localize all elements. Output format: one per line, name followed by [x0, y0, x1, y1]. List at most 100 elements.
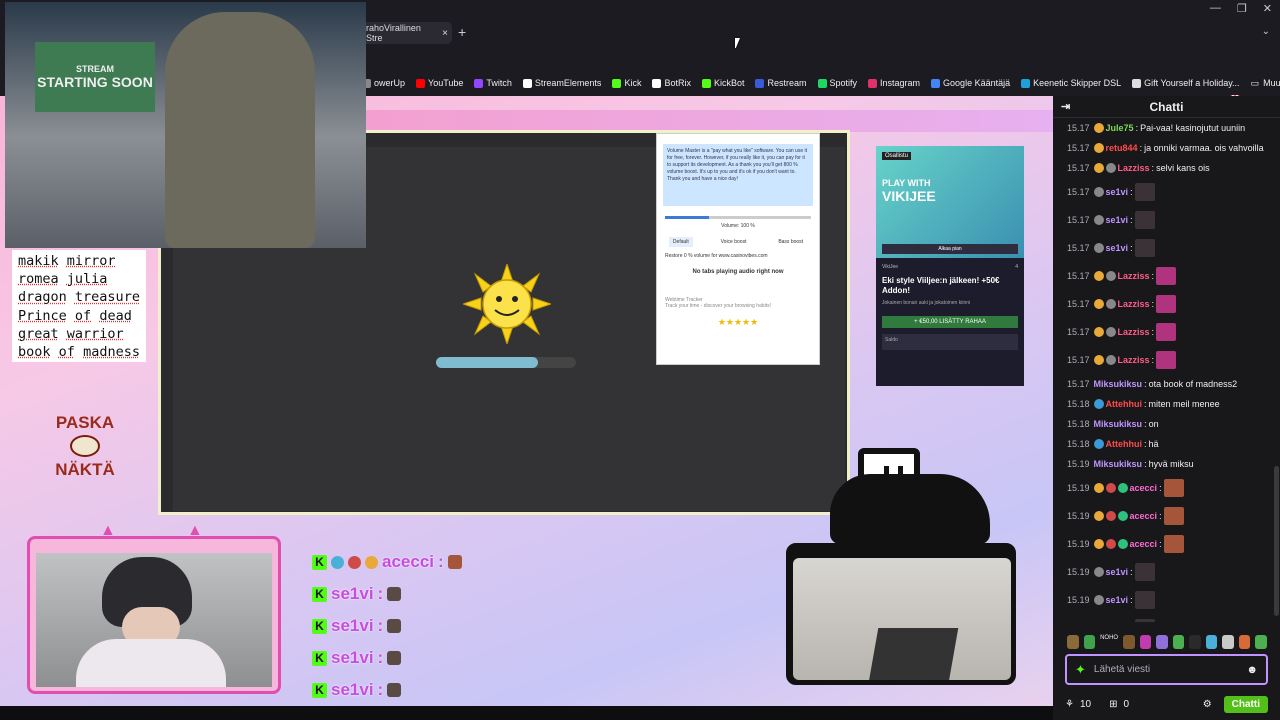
user-badge-icon: [1094, 163, 1104, 173]
message-username[interactable]: retu844: [1106, 143, 1138, 153]
emote-icon[interactable]: [1173, 635, 1185, 649]
emote-icon: [1164, 479, 1184, 497]
other-bookmarks[interactable]: ▭Muut kirjanmerkit: [1251, 78, 1280, 89]
message-username[interactable]: Attehhui: [1106, 399, 1143, 409]
emote-icon[interactable]: [1084, 635, 1096, 649]
message-username[interactable]: Jule75: [1106, 123, 1134, 133]
close-window-button[interactable]: ✕: [1263, 2, 1272, 15]
bookmark-icon: [818, 79, 827, 88]
bookmark-item[interactable]: Gift Yourself a Holiday...: [1132, 78, 1239, 88]
browser-tab[interactable]: rahoVirallinen Stre ×: [362, 22, 452, 44]
message-username[interactable]: Miksukiksu: [1094, 459, 1143, 469]
message-username[interactable]: Lazziss: [1118, 327, 1150, 337]
word-list-row: Prince of dead: [18, 307, 140, 325]
emote-icon[interactable]: [1222, 635, 1234, 649]
rating-stars[interactable]: ★★★★★: [657, 317, 819, 328]
bookmark-icon: [931, 79, 940, 88]
chat-input-placeholder: Lähetä viesti: [1094, 664, 1150, 675]
message-username[interactable]: se1vi: [1106, 595, 1129, 605]
maximize-button[interactable]: ❐: [1237, 2, 1247, 15]
message-username[interactable]: Lazziss: [1118, 355, 1150, 365]
overlay-chat-colon: :: [438, 552, 444, 572]
word: treasure: [75, 289, 140, 305]
list-tabs-button[interactable]: ⌄: [1262, 26, 1270, 37]
message-username[interactable]: acecci: [1130, 539, 1158, 549]
mode-default-button[interactable]: Default: [669, 237, 693, 247]
tab-title: rahoVirallinen Stre: [366, 23, 438, 43]
message-timestamp: 15.17: [1067, 187, 1090, 197]
bookmark-item[interactable]: owerUp: [362, 78, 405, 88]
minimize-button[interactable]: —: [1210, 2, 1221, 15]
bookmark-item[interactable]: Instagram: [868, 78, 920, 88]
bookmark-item[interactable]: Twitch: [474, 78, 512, 88]
bookmark-item[interactable]: YouTube: [416, 78, 463, 88]
emote-icon[interactable]: [1255, 635, 1267, 649]
close-tab-icon[interactable]: ×: [442, 28, 448, 39]
emote-icon[interactable]: [1239, 635, 1251, 649]
kick-badge-icon: K: [312, 555, 327, 570]
ad-badge: Osallistu: [882, 152, 911, 160]
emote-icon[interactable]: [1189, 635, 1201, 649]
chat-message: 15.19 se1vi:: [1067, 614, 1273, 622]
emote-icon[interactable]: [1156, 635, 1168, 649]
volume-slider[interactable]: [665, 216, 811, 219]
mode-voice-button[interactable]: Voice boost: [717, 237, 751, 247]
send-chat-button[interactable]: Chatti: [1224, 696, 1268, 713]
emoji-picker-icon[interactable]: ☻: [1246, 664, 1258, 676]
chat-input[interactable]: ✦ Lähetä viesti ☻: [1065, 654, 1268, 685]
chat-scrollbar[interactable]: [1274, 466, 1279, 616]
restore-link[interactable]: Restore 0 % volume for www.casinovibes.c…: [665, 253, 811, 259]
emote-icon: [1156, 295, 1176, 313]
bookmark-item[interactable]: Keenetic Skipper DSL: [1021, 78, 1121, 88]
ad-start-button[interactable]: Alkaa pian: [882, 244, 1018, 254]
message-username[interactable]: se1vi: [1106, 567, 1129, 577]
message-username[interactable]: Miksukiksu: [1094, 379, 1143, 389]
ad-cta[interactable]: + €50,00 LISÄTTY RAHAA: [882, 316, 1018, 328]
emote-icon[interactable]: [1140, 635, 1152, 649]
message-text: hä: [1149, 439, 1159, 449]
overlay-chat-colon: :: [378, 616, 384, 636]
message-timestamp: 15.17: [1067, 299, 1090, 309]
new-tab-button[interactable]: +: [458, 24, 466, 40]
gift-count: 0: [1123, 699, 1129, 710]
viewers-icon: ⚘: [1065, 699, 1074, 710]
message-username[interactable]: se1vi: [1106, 187, 1129, 197]
message-username[interactable]: Lazziss: [1118, 299, 1150, 309]
message-username[interactable]: se1vi: [1106, 243, 1129, 253]
bookmark-item[interactable]: Kick: [612, 78, 641, 88]
user-badge-icon: [1106, 327, 1116, 337]
emote-icon[interactable]: [1206, 635, 1218, 649]
message-username[interactable]: Attehhui: [1106, 439, 1143, 449]
overlay-chat-colon: :: [378, 648, 384, 668]
word: mirror: [67, 253, 116, 269]
message-username[interactable]: se1vi: [1106, 215, 1129, 225]
bookmark-item[interactable]: BotRix: [652, 78, 691, 88]
overlay-chat-row: Kse1vi:: [312, 674, 512, 706]
bookmark-item[interactable]: KickBot: [702, 78, 745, 88]
emote-bar: NOHO: [1067, 635, 1267, 649]
message-username[interactable]: Lazziss: [1118, 271, 1150, 281]
user-badge-icon: [1094, 399, 1104, 409]
collapse-chat-icon[interactable]: ⇥: [1061, 100, 1070, 113]
tracker-promo[interactable]: Webtime Tracker Track your time - discov…: [665, 297, 811, 309]
message-colon: :: [1159, 511, 1162, 521]
gift-icon[interactable]: ⊞: [1109, 699, 1117, 710]
message-username[interactable]: Miksukiksu: [1094, 419, 1143, 429]
message-text: ota book of madness2: [1149, 379, 1238, 389]
bookmark-label: StreamElements: [535, 78, 602, 88]
word: of: [59, 344, 75, 360]
message-username[interactable]: acecci: [1130, 511, 1158, 521]
bookmark-item[interactable]: StreamElements: [523, 78, 602, 88]
emote-icon[interactable]: [1123, 635, 1135, 649]
loading-bar: [436, 357, 576, 368]
bookmark-item[interactable]: Restream: [755, 78, 806, 88]
emote-icon[interactable]: [1067, 635, 1079, 649]
message-timestamp: 15.17: [1067, 355, 1090, 365]
settings-icon[interactable]: ⚙: [1203, 699, 1212, 710]
emote-icon[interactable]: NOHO: [1100, 635, 1118, 649]
mode-bass-button[interactable]: Bass boost: [774, 237, 807, 247]
message-username[interactable]: acecci: [1130, 483, 1158, 493]
message-username[interactable]: Lazziss: [1118, 163, 1150, 173]
bookmark-item[interactable]: Spotify: [818, 78, 858, 88]
bookmark-item[interactable]: Google Kääntäjä: [931, 78, 1010, 88]
